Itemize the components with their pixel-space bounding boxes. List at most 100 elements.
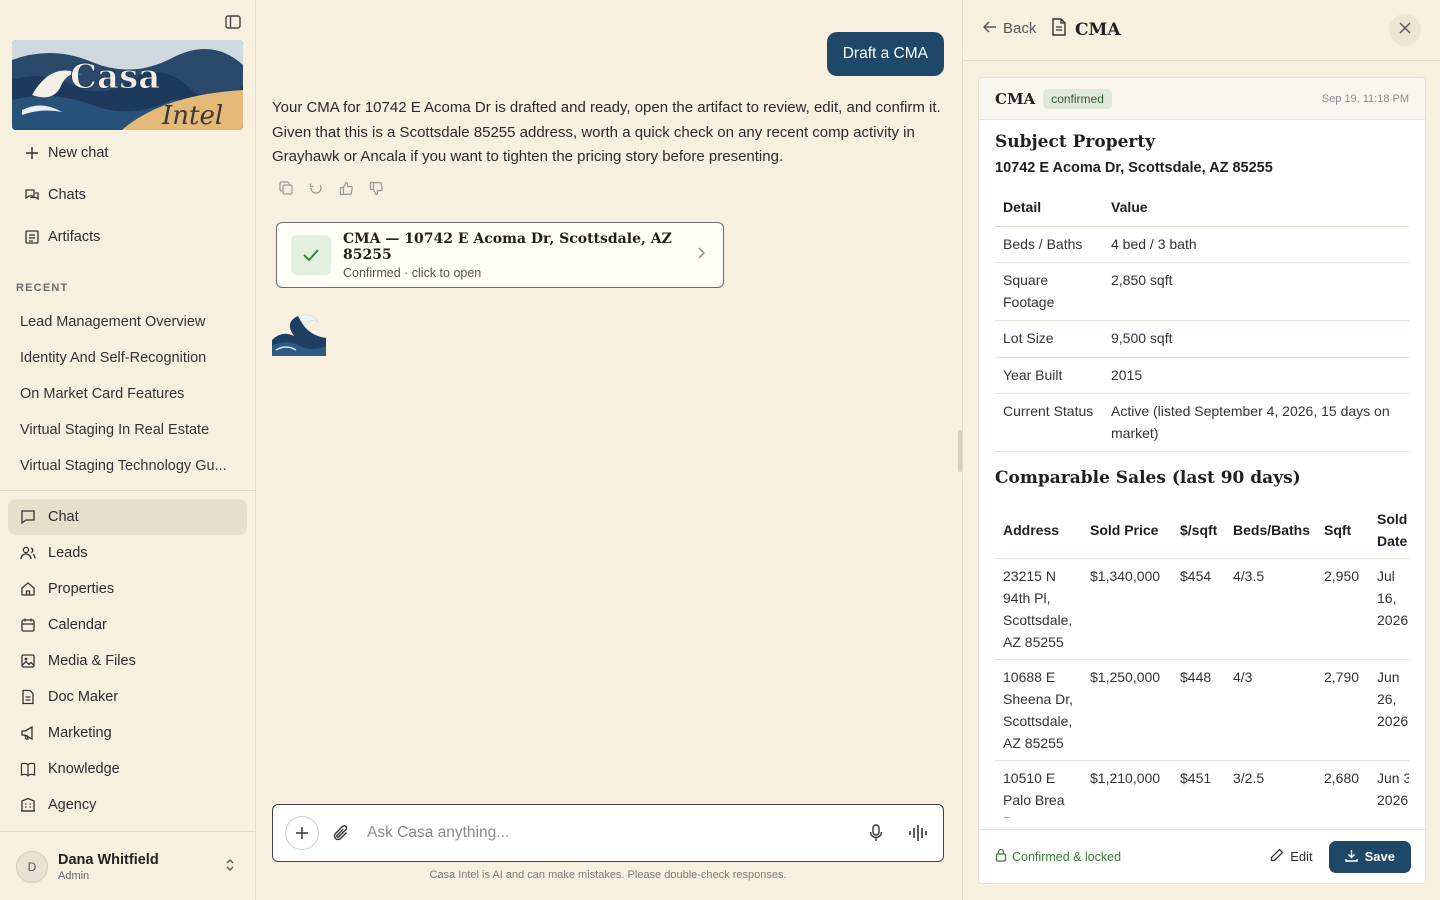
nav-marketing-label: Marketing (48, 725, 112, 741)
avatar: D (16, 851, 48, 883)
user-message-bubble: Draft a CMA (826, 32, 944, 76)
recent-chats-list: Lead Management Overview Identity And Se… (20, 310, 240, 490)
arrow-left-icon (983, 20, 997, 37)
user-menu[interactable]: D Dana Whitfield Admin (16, 845, 246, 889)
detail-label: Beds / Baths (995, 226, 1103, 263)
recent-chat-item[interactable]: Virtual Staging Technology Gu... (20, 454, 240, 490)
nav-marketing[interactable]: Marketing (8, 715, 247, 751)
comp-address: 23215 N 94th Pl, Scottsdale, AZ 85255 (995, 558, 1082, 660)
detail-label: Lot Size (995, 320, 1103, 358)
chats-nav-item[interactable]: Chats (12, 180, 244, 210)
sidebar-divider (0, 831, 256, 832)
casa-intel-logo: Casa Intel (12, 40, 243, 130)
close-button[interactable] (1389, 14, 1421, 46)
table-row: Square Footage 2,850 sqft (995, 262, 1409, 321)
table-header-row: Detail Value (995, 190, 1409, 227)
nav-knowledge-label: Knowledge (48, 761, 120, 777)
chat-area: Draft a CMA Your CMA for 10742 E Acoma D… (256, 0, 960, 900)
recent-heading: RECENT (16, 282, 69, 294)
artifact-panel: Back CMA CMA confirmed Sep 19, 11:18 PM … (962, 0, 1440, 900)
copy-icon[interactable] (278, 180, 294, 196)
pencil-icon (1270, 848, 1284, 865)
nav-chat[interactable]: Chat (8, 499, 247, 535)
comp-address: 10688 E Sheena Dr, Scottsdale, AZ 85255 (995, 659, 1082, 761)
calendar-icon (20, 617, 36, 633)
composer (272, 804, 944, 862)
save-button[interactable]: Save (1328, 840, 1411, 873)
comp-sqft: 2,950 (1316, 558, 1369, 660)
chat-input[interactable] (367, 824, 847, 842)
table-row: 10688 E Sheena Dr, Scottsdale, AZ 85255 … (995, 659, 1409, 761)
column-header: Sold Price (1082, 502, 1172, 559)
message-actions (278, 180, 384, 196)
back-label: Back (1003, 20, 1037, 37)
panel-title-text: CMA (1075, 19, 1121, 40)
svg-text:Casa: Casa (70, 57, 160, 97)
recent-chat-item[interactable]: On Market Card Features (20, 382, 240, 418)
chat-icon (20, 509, 36, 525)
table-row: 23215 N 94th Pl, Scottsdale, AZ 85255 $1… (995, 558, 1409, 660)
edit-button[interactable]: Edit (1260, 842, 1322, 871)
recent-chat-item[interactable]: Lead Management Overview (20, 310, 240, 346)
nav-calendar[interactable]: Calendar (8, 607, 247, 643)
comp-sold-date: Jun 3, 2026 (1369, 760, 1409, 818)
table-row: Current Status Active (listed September 4… (995, 393, 1409, 452)
locked-status: Confirmed & locked (995, 848, 1121, 865)
subject-property-heading: Subject Property (995, 132, 1156, 152)
table-header-row: Address Sold Price $/sqft Beds/Baths Sqf… (995, 502, 1409, 559)
artifacts-label: Artifacts (48, 229, 101, 245)
comp-price-per-sqft: $454 (1172, 558, 1225, 660)
microphone-icon[interactable] (863, 820, 889, 846)
comparable-sales-table: Address Sold Price $/sqft Beds/Baths Sqf… (995, 502, 1409, 818)
nav-agency[interactable]: Agency (8, 787, 247, 823)
document-title: CMA (995, 89, 1036, 108)
back-button[interactable]: Back (983, 20, 1036, 37)
recent-chat-item[interactable]: Virtual Staging In Real Estate (20, 418, 240, 454)
sidebar-divider (0, 490, 256, 491)
locked-label: Confirmed & locked (1012, 849, 1122, 864)
artifacts-icon (24, 229, 40, 245)
recent-chat-item[interactable]: Identity And Self-Recognition (20, 346, 240, 382)
artifact-title: CMA — 10742 E Acoma Dr, Scottsdale, AZ 8… (343, 230, 672, 263)
comp-sold-price: $1,210,000 (1082, 760, 1172, 818)
building-icon (20, 797, 36, 813)
comp-beds-baths: 4/3 (1225, 659, 1316, 761)
sidebar-toggle-icon[interactable] (222, 12, 244, 32)
add-attachment-button[interactable] (285, 816, 319, 850)
comp-beds-baths: 3/2.5 (1225, 760, 1316, 818)
lock-icon (995, 848, 1007, 865)
thumbs-down-icon[interactable] (368, 180, 384, 196)
regenerate-icon[interactable] (308, 180, 324, 196)
panel-header: Back CMA (963, 0, 1440, 61)
nav-properties-label: Properties (48, 581, 115, 597)
nav-media-files[interactable]: Media & Files (8, 643, 247, 679)
column-header: Sqft (1316, 502, 1369, 559)
close-icon (1399, 21, 1411, 39)
thumbs-up-icon[interactable] (338, 180, 354, 196)
detail-value: Active (listed September 4, 2026, 15 day… (1103, 393, 1409, 452)
artifacts-nav-item[interactable]: Artifacts (12, 222, 244, 252)
comp-sqft: 2,680 (1316, 760, 1369, 818)
nav-knowledge[interactable]: Knowledge (8, 751, 247, 787)
nav-leads[interactable]: Leads (8, 535, 247, 571)
nav-chat-label: Chat (48, 509, 79, 525)
file-icon (20, 689, 36, 705)
nav-properties[interactable]: Properties (8, 571, 247, 607)
panel-title: CMA (1051, 18, 1121, 41)
chevron-right-icon (697, 246, 705, 264)
nav-media-files-label: Media & Files (48, 653, 136, 669)
detail-value: 2015 (1103, 357, 1409, 394)
document-header: CMA confirmed Sep 19, 11:18 PM (979, 78, 1425, 120)
nav-doc-maker[interactable]: Doc Maker (8, 679, 247, 715)
comp-address: 10510 E Palo Brea Dr (995, 760, 1082, 818)
nav-calendar-label: Calendar (48, 617, 107, 633)
voice-waveform-icon[interactable] (905, 820, 931, 846)
table-row: 10510 E Palo Brea Dr $1,210,000 $451 3/2… (995, 760, 1409, 818)
paperclip-icon[interactable] (329, 821, 353, 845)
subject-details-table: Detail Value Beds / Baths 4 bed / 3 bath … (995, 190, 1409, 452)
artifact-card[interactable]: CMA — 10742 E Acoma Dr, Scottsdale, AZ 8… (276, 222, 724, 288)
edit-label: Edit (1290, 849, 1313, 864)
new-chat-button[interactable]: New chat (12, 138, 244, 168)
document-footer: Confirmed & locked Edit Save (979, 829, 1425, 883)
assistant-message: Your CMA for 10742 E Acoma Dr is drafted… (272, 99, 941, 165)
